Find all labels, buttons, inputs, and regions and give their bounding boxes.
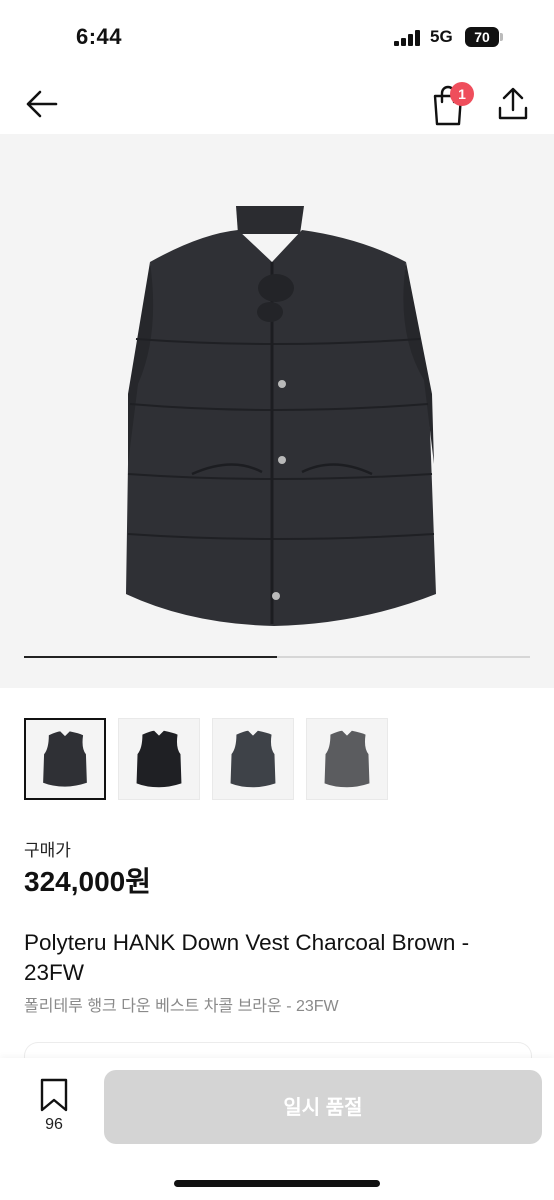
wishlist-count: 96 bbox=[45, 1116, 63, 1133]
battery-level: 70 bbox=[465, 27, 499, 47]
price-value: 324,000원 bbox=[24, 866, 151, 897]
status-time: 6:44 bbox=[76, 24, 123, 49]
wishlist-button[interactable]: 96 bbox=[30, 1078, 80, 1138]
thumbnail-image bbox=[136, 730, 182, 788]
thumbnail-1[interactable] bbox=[24, 718, 106, 800]
thumbnail-image bbox=[43, 731, 87, 787]
thumbnail-3[interactable] bbox=[212, 718, 294, 800]
thumbnail-image bbox=[324, 730, 370, 788]
share-icon bbox=[498, 87, 528, 120]
bottom-action-bar: 96 일시 품절 bbox=[0, 1058, 554, 1200]
battery-icon: 70 bbox=[465, 27, 503, 47]
thumbnail-2[interactable] bbox=[118, 718, 200, 800]
nav-bar bbox=[0, 74, 554, 134]
price-label: 구매가 bbox=[24, 841, 71, 860]
thumbnail-image bbox=[230, 730, 276, 788]
status-bar: 6:44 5G 70 bbox=[0, 0, 554, 74]
home-indicator bbox=[174, 1180, 380, 1187]
back-button[interactable] bbox=[22, 84, 62, 124]
cart-count-badge: 1 bbox=[450, 82, 474, 106]
product-image-gallery[interactable] bbox=[0, 134, 554, 688]
bookmark-icon bbox=[40, 1078, 68, 1112]
arrow-left-icon bbox=[26, 90, 58, 118]
thumbnail-4[interactable] bbox=[306, 718, 388, 800]
gallery-progress bbox=[24, 656, 530, 658]
network-label: 5G bbox=[430, 27, 453, 46]
product-image bbox=[126, 206, 436, 626]
share-button[interactable] bbox=[494, 84, 532, 124]
signal-icon bbox=[394, 30, 420, 46]
gallery-progress-fill bbox=[24, 656, 277, 658]
sold-out-button[interactable]: 일시 품절 bbox=[104, 1070, 542, 1144]
product-title: Polyteru HANK Down Vest Charcoal Brown -… bbox=[24, 930, 470, 985]
product-subtitle: 폴리테루 행크 다운 베스트 차콜 브라운 - 23FW bbox=[24, 998, 339, 1015]
